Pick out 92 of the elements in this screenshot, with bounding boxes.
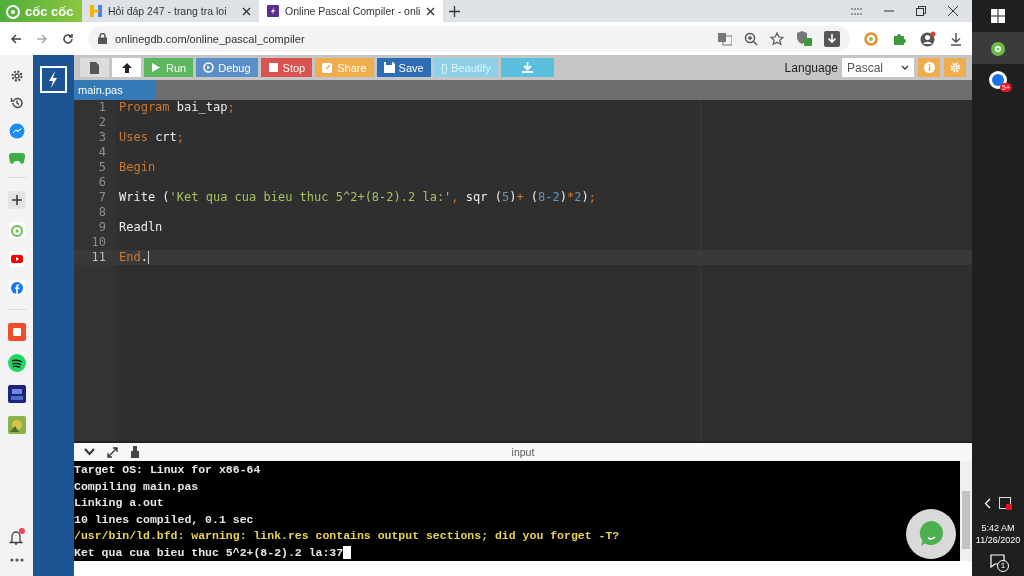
back-icon[interactable]: [10, 32, 22, 45]
console-line: Linking a.out: [74, 496, 164, 510]
code-line[interactable]: Readln: [119, 220, 163, 234]
site-logo[interactable]: [40, 66, 67, 93]
file-icon: [89, 61, 100, 74]
lightning-icon: [267, 5, 279, 17]
code-line[interactable]: Uses crt;: [119, 130, 185, 144]
line-number: 3: [97, 130, 107, 145]
zoom-icon[interactable]: [744, 31, 758, 46]
console-output[interactable]: [74, 461, 960, 561]
caret-icon: [901, 65, 909, 70]
code-line[interactable]: Begin: [119, 160, 156, 174]
new-tab-icon[interactable]: [449, 5, 461, 17]
chevron-left-icon[interactable]: [984, 498, 991, 509]
code-line[interactable]: End.: [119, 250, 148, 264]
line-number: 1: [97, 100, 107, 115]
console-line: Compiling main.pas: [74, 479, 199, 493]
reload-icon[interactable]: [62, 32, 74, 45]
spotify-icon[interactable]: [7, 354, 26, 372]
shopping-bag-icon[interactable]: [7, 323, 26, 341]
messenger-icon[interactable]: [8, 123, 25, 139]
facebook-icon[interactable]: [8, 280, 25, 296]
scrollbar[interactable]: [960, 461, 972, 561]
expand-icon[interactable]: [107, 446, 118, 458]
restore-icon[interactable]: [916, 6, 926, 16]
download-icon: [521, 61, 533, 74]
app-tray-icon[interactable]: [999, 497, 1012, 510]
console-line: 10 lines compiled, 0.1 sec: [74, 512, 254, 526]
language-label: Language: [784, 60, 838, 75]
clear-icon[interactable]: [130, 446, 140, 458]
shield-icon[interactable]: [796, 31, 812, 46]
browser-tab[interactable]: Online Pascal Compiler - onli: [259, 0, 444, 22]
clock[interactable]: 5:42 AM 11/26/2020: [975, 522, 1021, 546]
close-icon[interactable]: [426, 6, 436, 16]
code-line[interactable]: Write ('Ket qua cua bieu thuc 5^2+(8-2).2 la:', sqr (5)+ (8-2)*2);: [119, 190, 596, 204]
code-line[interactable]: Program bai_tap;: [119, 100, 235, 114]
star-icon[interactable]: [770, 31, 784, 46]
history-icon[interactable]: [9, 96, 24, 110]
address-bar[interactable]: onlinegdb.com/online_pascal_compiler: [88, 25, 850, 52]
line-number: 7: [97, 190, 107, 205]
windows-icon[interactable]: [991, 9, 1005, 23]
tab-title: Hỏi đáp 247 - trang tra loi: [108, 5, 228, 17]
line-number: 2: [97, 115, 107, 130]
tab-title: Online Pascal Compiler - onli: [285, 5, 421, 17]
input-label[interactable]: input: [511, 446, 535, 458]
line-number: 5: [97, 160, 107, 175]
url-text: onlinegdb.com/online_pascal_compiler: [115, 32, 306, 45]
download-icon[interactable]: [824, 30, 840, 47]
game-icon[interactable]: [7, 416, 26, 434]
translate-icon[interactable]: [718, 31, 732, 46]
warning-line: /usr/bin/ld.bfd: warning: link.res contains output sections; did you forget -T?: [74, 529, 620, 543]
upload-button[interactable]: [112, 58, 141, 77]
chevron-down-icon[interactable]: [84, 448, 95, 456]
file-tab[interactable]: main.pas: [74, 80, 156, 100]
youtube-icon[interactable]: [8, 251, 25, 267]
logo-icon: [4, 2, 22, 20]
shop-icon[interactable]: [7, 385, 26, 403]
gamepad-icon[interactable]: [8, 152, 25, 164]
line-number: 4: [97, 145, 107, 160]
line-number: 10: [90, 235, 107, 250]
line-number: 9: [97, 220, 107, 235]
more-icon[interactable]: [9, 558, 24, 562]
lock-icon: [98, 33, 107, 44]
language-dropdown[interactable]: Pascal: [842, 58, 914, 77]
debug-icon: [203, 61, 215, 74]
settings-icon: [949, 62, 961, 73]
save-button[interactable]: Save: [376, 58, 431, 77]
console-line: Target OS: Linux for x86-64: [74, 463, 261, 476]
notification-count: 1: [997, 560, 1009, 572]
site-icon: [90, 5, 102, 17]
new-file-button[interactable]: [80, 58, 109, 77]
close-icon[interactable]: [948, 6, 958, 16]
close-icon[interactable]: [242, 6, 251, 16]
action-center-button[interactable]: 1: [987, 550, 1009, 572]
download-icon[interactable]: [950, 31, 962, 46]
profile-icon[interactable]: [920, 30, 936, 47]
settings-icon[interactable]: [9, 69, 24, 83]
line-number: 11: [74, 250, 116, 265]
share-icon: [322, 61, 334, 74]
puzzle-icon[interactable]: [892, 31, 906, 46]
stop-button[interactable]: Stop: [260, 58, 313, 77]
text-cursor: [147, 251, 149, 264]
bell-icon[interactable]: [8, 528, 25, 545]
console-line: Ket qua cua bieu thuc 5^2+(8-2).2 la:37: [74, 545, 344, 559]
upload-icon: [121, 61, 132, 74]
add-icon[interactable]: [7, 191, 26, 209]
line-number: 8: [97, 205, 107, 220]
play-icon: [151, 61, 162, 74]
line-number: 6: [97, 175, 107, 190]
logo-text: cốc cốc: [25, 3, 74, 19]
info-icon: [923, 62, 935, 73]
stop-icon: [267, 61, 279, 74]
